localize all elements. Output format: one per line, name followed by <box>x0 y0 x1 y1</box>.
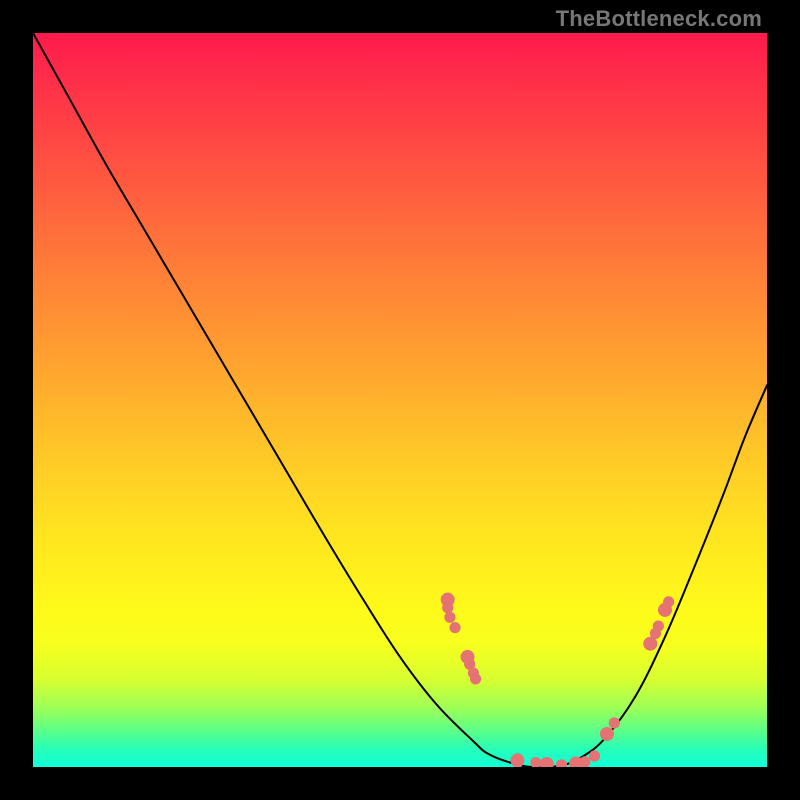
watermark-text: TheBottleneck.com <box>556 6 762 32</box>
curve-marker <box>663 596 674 607</box>
curve-marker <box>609 717 620 728</box>
curve-marker <box>579 756 590 767</box>
curve-marker <box>444 612 455 623</box>
curve-marker <box>530 757 541 767</box>
curve-marker <box>449 622 460 633</box>
chart-frame <box>33 33 767 767</box>
curve-markers <box>441 593 675 767</box>
curve-marker <box>470 673 481 684</box>
curve-marker <box>540 757 554 767</box>
curve-marker <box>589 750 600 761</box>
curve-marker <box>556 759 567 767</box>
chart-svg <box>33 33 767 767</box>
bottleneck-curve <box>33 33 767 767</box>
curve-marker <box>600 727 614 741</box>
curve-marker <box>442 602 453 613</box>
curve-marker <box>653 620 664 631</box>
curve-marker <box>510 753 524 767</box>
